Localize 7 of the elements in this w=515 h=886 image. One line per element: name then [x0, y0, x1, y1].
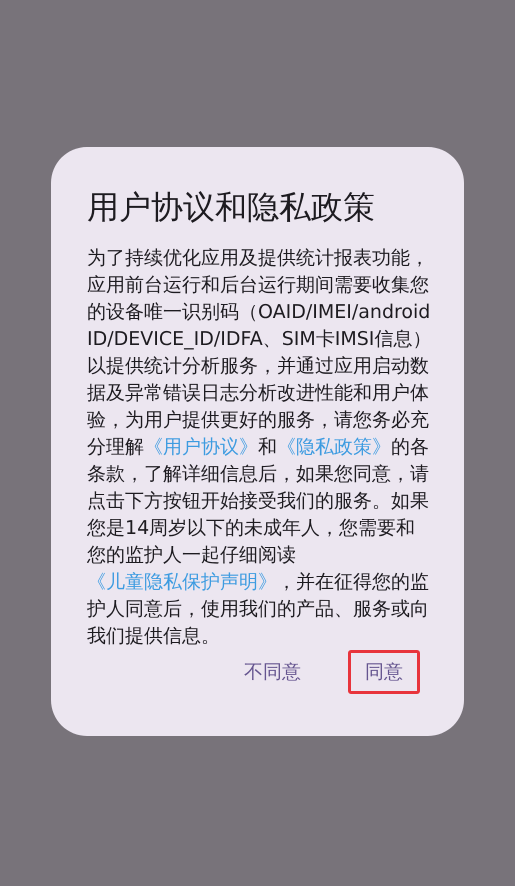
dialog-title: 用户协议和隐私政策 — [87, 187, 376, 227]
agreement-text: 为了持续优化应用及提供统计报表功能，应用前台运行和后台运行期间需要收集您的设备唯一识别码（OAID/IMEI/android ID/DEVICE_ID/IDFA、SIM卡IMSI信息）以提供统计分析服务，并通过应用启动数据及异常错误日志分析改进性能和用户体验，为用户提供更好的服务，请您务必充分理解《用户协议》和《隐私政策》的各条款，了解详细信息后，如果您同意，请点击下方按钮开始接受我们的服务。如果您是14周岁以下的未成年人，您需要和您的监护人一起仔细阅读 《儿童隐私保护声明》，并在征得您的监护人同意后，使用我们的产品、服务或向我们提供信息。 — [87, 246, 432, 649]
policy-link[interactable]: 《隐私政策》 — [277, 436, 391, 458]
policy-link[interactable]: 《儿童隐私保护声明》 — [87, 571, 277, 593]
decline-button[interactable]: 不同意 — [227, 650, 318, 694]
agree-button[interactable]: 同意 — [348, 650, 420, 694]
policy-link[interactable]: 《用户协议》 — [144, 436, 258, 458]
